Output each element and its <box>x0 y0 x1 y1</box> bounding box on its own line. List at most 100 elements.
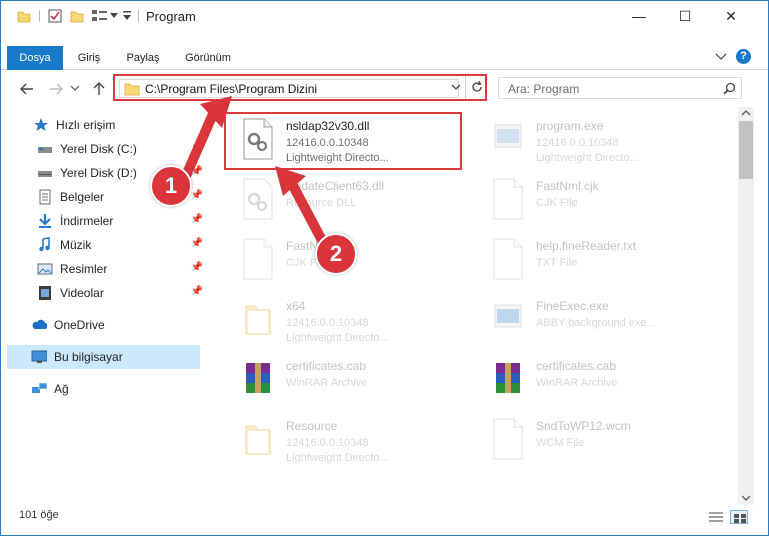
sidebar-item-downloads[interactable]: İndirmeler 📌 <box>37 211 207 231</box>
tab-view[interactable]: Görünüm <box>177 46 239 70</box>
back-button[interactable] <box>17 79 37 99</box>
file-tile[interactable]: nsldap32v30.dll 12416.0.0.10348 Lightwei… <box>223 111 463 167</box>
sidebar-item-quick-access[interactable]: Hızlı erişim <box>33 115 203 135</box>
tab-file[interactable]: Dosya <box>7 46 63 70</box>
search-box[interactable]: Ara: Program <box>498 77 742 99</box>
folder-icon <box>124 83 140 96</box>
forward-button[interactable] <box>46 79 66 99</box>
sidebar-item-label: Müzik <box>60 238 92 252</box>
step-marker-1: 1 <box>150 165 192 207</box>
exe-icon <box>494 124 522 148</box>
file-detail: 12416.0.0.10348 <box>286 137 369 149</box>
address-bar[interactable]: C:\Program Files\Program Dizini <box>119 79 459 98</box>
help-button[interactable]: ? <box>736 49 751 64</box>
refresh-icon[interactable] <box>470 80 484 94</box>
sidebar-item-label: Yerel Disk (C:) <box>60 142 137 156</box>
blank-file-icon <box>493 178 523 220</box>
file-detail: Lightweight Directo... <box>286 452 389 464</box>
sidebar-item-music[interactable]: Müzik 📌 <box>37 235 207 255</box>
star-icon <box>34 118 48 131</box>
file-tile[interactable]: certificates.cab WinRAR Archive <box>223 351 463 407</box>
file-name: SndToWP12.wcm <box>536 419 631 433</box>
sidebar-item-network[interactable]: Ağ <box>31 379 201 399</box>
pin-icon[interactable]: 📌 <box>191 262 203 273</box>
file-detail: WinRAR Archive <box>286 377 368 389</box>
documents-icon <box>39 189 51 205</box>
search-icon[interactable] <box>723 82 736 95</box>
recent-locations-button[interactable] <box>69 79 81 99</box>
exe-icon <box>494 304 522 328</box>
customize-toolbar-icon[interactable] <box>122 11 132 27</box>
chevron-down-icon <box>71 86 79 91</box>
separator <box>39 10 40 22</box>
scroll-up-icon[interactable] <box>742 110 750 116</box>
file-name: FineExec.exe <box>536 299 609 313</box>
file-tile[interactable]: FastNml.cjk CJK File <box>473 171 713 227</box>
blank-file-icon <box>243 238 273 280</box>
sidebar-item-label: Bu bilgisayar <box>54 350 123 364</box>
pin-icon[interactable]: 📌 <box>191 190 203 201</box>
file-tile[interactable]: UpdateClient63.dll Resource DLL <box>223 171 463 227</box>
search-input[interactable]: Ara: Program <box>508 82 579 96</box>
ribbon-tabs: Dosya Giriş Paylaş Görünüm ? <box>1 46 768 70</box>
pin-icon[interactable]: 📌 <box>191 214 203 225</box>
pictures-icon <box>37 263 53 275</box>
file-detail: Resource DLL <box>286 197 357 209</box>
step-marker-2: 2 <box>315 233 357 275</box>
address-bar-highlight: C:\Program Files\Program Dizini <box>113 74 487 101</box>
details-view-icon[interactable] <box>708 511 726 525</box>
tab-share[interactable]: Paylaş <box>119 46 167 70</box>
folder-icon <box>245 305 271 335</box>
separator <box>465 76 466 99</box>
minimize-button[interactable]: — <box>616 1 662 31</box>
cloud-icon <box>32 319 47 329</box>
up-button[interactable] <box>89 79 109 99</box>
tab-home[interactable]: Giriş <box>69 46 109 70</box>
properties-icon[interactable] <box>48 9 62 25</box>
scroll-down-icon[interactable] <box>742 495 750 501</box>
file-name: Resource <box>286 419 338 433</box>
file-tile[interactable]: certificates.cab WinRAR Archive <box>473 351 713 407</box>
pin-icon[interactable]: 📌 <box>191 286 203 297</box>
file-detail: 12416.0.0.10348 <box>286 317 369 329</box>
file-detail: TXT File <box>536 257 578 269</box>
file-detail: Lightweight Directo... <box>286 332 389 344</box>
file-name: nsldap32v30.dll <box>286 119 370 133</box>
computer-icon <box>31 350 47 363</box>
folder-icon <box>17 11 31 23</box>
download-icon <box>39 214 51 228</box>
sidebar-item-videos[interactable]: Videolar 📌 <box>37 283 207 303</box>
sidebar-item-pictures[interactable]: Resimler 📌 <box>37 259 207 279</box>
sidebar-item-label: Hızlı erişim <box>56 118 116 132</box>
file-tile[interactable]: FineExec.exe ABBY background exe... <box>473 291 713 347</box>
file-tile[interactable]: Resource 12416.0.0.10348 Lightweight Dir… <box>223 411 463 467</box>
address-path[interactable]: C:\Program Files\Program Dizini <box>145 82 317 96</box>
winrar-icon <box>496 363 520 393</box>
view-options-icon[interactable] <box>91 9 109 25</box>
file-tile[interactable]: SndToWP12.wcm WCM File <box>473 411 713 467</box>
expand-ribbon-icon[interactable] <box>715 52 727 62</box>
new-folder-icon[interactable] <box>70 9 84 25</box>
scrollbar-thumb[interactable] <box>739 121 753 179</box>
sidebar-item-this-pc[interactable]: Bu bilgisayar <box>31 347 201 367</box>
sidebar-item-onedrive[interactable]: OneDrive <box>31 315 201 335</box>
close-button[interactable]: ✕ <box>708 1 754 31</box>
video-icon <box>39 286 51 300</box>
file-tile[interactable]: help.fineReader.txt TXT File <box>473 231 713 287</box>
file-tile[interactable]: program.exe 12416.0.0.10348 Lightweight … <box>473 111 713 167</box>
file-tile[interactable]: x64 12416.0.0.10348 Lightweight Directo.… <box>223 291 463 347</box>
minimize-icon: — <box>632 8 646 24</box>
music-icon <box>39 237 50 252</box>
text-file-icon <box>493 238 523 280</box>
vertical-scrollbar[interactable] <box>738 107 754 505</box>
sidebar-item-disk-c[interactable]: Yerel Disk (C:) 📌 <box>37 139 207 159</box>
chevron-down-icon[interactable] <box>110 13 118 29</box>
pin-icon[interactable]: 📌 <box>191 238 203 249</box>
maximize-button[interactable]: ☐ <box>662 1 708 31</box>
address-dropdown-icon[interactable] <box>451 84 461 92</box>
pin-icon[interactable]: 📌 <box>191 166 203 177</box>
tiles-view-icon[interactable] <box>730 510 748 524</box>
pin-icon[interactable]: 📌 <box>191 142 203 153</box>
file-list: nsldap32v30.dll 12416.0.0.10348 Lightwei… <box>211 105 736 505</box>
file-detail: Lightweight Directo... <box>286 152 389 164</box>
